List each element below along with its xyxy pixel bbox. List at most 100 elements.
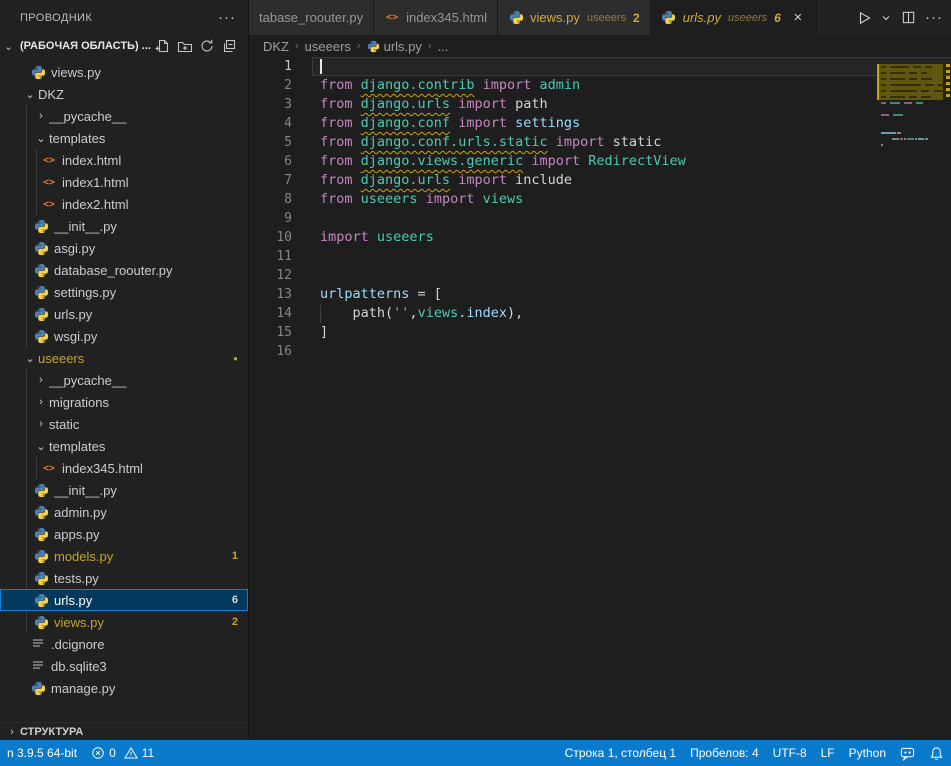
code-line-4[interactable]: 4from django.conf import settings (249, 114, 951, 133)
tree-item-views.py[interactable]: views.py (0, 61, 248, 83)
line-number[interactable]: 15 (249, 323, 292, 342)
tab-index345.html[interactable]: <>index345.html (374, 0, 498, 35)
line-number[interactable]: 12 (249, 266, 292, 285)
tree-item-urls.py[interactable]: urls.py6 (0, 589, 248, 611)
collapse-all-icon[interactable] (218, 36, 240, 56)
tree-item-index1.html[interactable]: <>index1.html (0, 171, 248, 193)
new-file-icon[interactable] (152, 36, 174, 56)
tree-item-wsgi.py[interactable]: wsgi.py (0, 325, 248, 347)
tree-item-admin.py[interactable]: admin.py (0, 501, 248, 523)
tree-item-db.sqlite3[interactable]: db.sqlite3 (0, 655, 248, 677)
tree-item-useeers[interactable]: ⌄useeers● (0, 347, 248, 369)
tree-item-static[interactable]: ›static (0, 413, 248, 435)
line-number[interactable]: 8 (249, 190, 292, 209)
code-line-3[interactable]: 3from django.urls import path (249, 95, 951, 114)
split-editor-button[interactable] (897, 7, 919, 29)
breadcrumb-item-urls.py[interactable]: urls.py (367, 39, 422, 54)
code-line-5[interactable]: 5from django.conf.urls.static import sta… (249, 133, 951, 152)
code-line-10[interactable]: 10import useeers (249, 228, 951, 247)
run-button[interactable] (853, 7, 875, 29)
refresh-icon[interactable] (196, 36, 218, 56)
line-number[interactable]: 13 (249, 285, 292, 304)
tree-item-label: __pycache__ (49, 373, 248, 388)
code-line-15[interactable]: 15] (249, 323, 951, 342)
minimap[interactable] (877, 58, 943, 740)
language-mode-status[interactable]: Python (842, 746, 893, 760)
tree-item-templates[interactable]: ⌄templates (0, 127, 248, 149)
code-editor[interactable]: 12from django.contrib import admin3from … (249, 57, 951, 740)
tree-item-settings.py[interactable]: settings.py (0, 281, 248, 303)
overview-warning-mark (946, 64, 950, 67)
error-icon (91, 746, 105, 760)
line-number[interactable]: 14 (249, 304, 292, 323)
code-line-6[interactable]: 6from django.views.generic import Redire… (249, 152, 951, 171)
code-line-9[interactable]: 9 (249, 209, 951, 228)
new-folder-icon[interactable] (174, 36, 196, 56)
breadcrumb-item-DKZ[interactable]: DKZ (263, 39, 289, 54)
line-number[interactable]: 2 (249, 76, 292, 95)
run-dropdown-chevron-icon[interactable] (879, 7, 893, 29)
workspace-section-header[interactable]: ⌄ (РАБОЧАЯ ОБЛАСТЬ) ... (0, 35, 248, 57)
tree-item--pycache-[interactable]: ›__pycache__ (0, 369, 248, 391)
text-cursor (320, 59, 322, 74)
breadcrumb-item-useeers[interactable]: useeers (305, 39, 351, 54)
feedback-icon[interactable] (893, 746, 922, 761)
tree-item-manage.py[interactable]: manage.py (0, 677, 248, 699)
line-number[interactable]: 16 (249, 342, 292, 361)
code-token: import (531, 153, 580, 169)
line-number[interactable]: 9 (249, 209, 292, 228)
code-line-8[interactable]: 8from useeers import views (249, 190, 951, 209)
tree-item-urls.py[interactable]: urls.py (0, 303, 248, 325)
line-number[interactable]: 3 (249, 95, 292, 114)
line-number[interactable]: 5 (249, 133, 292, 152)
tab-urls.py[interactable]: urls.pyuseeers6× (651, 0, 817, 35)
tree-item-label: __init__.py (54, 483, 248, 498)
line-number[interactable]: 10 (249, 228, 292, 247)
tree-item-migrations[interactable]: ›migrations (0, 391, 248, 413)
bell-icon[interactable] (922, 746, 951, 761)
line-number[interactable]: 6 (249, 152, 292, 171)
code-line-14[interactable]: 14 path('',views.index), (249, 304, 951, 323)
indentation-status[interactable]: Пробелов: 4 (683, 746, 766, 760)
explorer-more-actions-icon[interactable]: ··· (218, 13, 236, 23)
line-number[interactable]: 4 (249, 114, 292, 133)
python-interpreter-status[interactable]: n 3.9.5 64-bit (0, 746, 84, 760)
code-line-7[interactable]: 7from django.urls import include (249, 171, 951, 190)
close-icon[interactable]: × (790, 9, 806, 26)
tree-item-templates[interactable]: ⌄templates (0, 435, 248, 457)
tab-tabase-roouter.py[interactable]: tabase_roouter.py (249, 0, 374, 35)
tree-item-models.py[interactable]: models.py1 (0, 545, 248, 567)
code-line-12[interactable]: 12 (249, 266, 951, 285)
code-line-11[interactable]: 11 (249, 247, 951, 266)
encoding-status[interactable]: UTF-8 (766, 746, 814, 760)
tree-item-tests.py[interactable]: tests.py (0, 567, 248, 589)
code-line-16[interactable]: 16 (249, 342, 951, 361)
problems-status[interactable]: 0 11 (84, 746, 161, 760)
tree-item-.dcignore[interactable]: .dcignore (0, 633, 248, 655)
code-line-2[interactable]: 2from django.contrib import admin (249, 76, 951, 95)
line-number[interactable]: 1 (249, 57, 292, 76)
outline-section-header[interactable]: › СТРУКТУРА (0, 722, 248, 740)
line-number[interactable]: 11 (249, 247, 292, 266)
breadcrumb-item-...[interactable]: ... (438, 39, 449, 54)
tree-item-apps.py[interactable]: apps.py (0, 523, 248, 545)
tree-item-asgi.py[interactable]: asgi.py (0, 237, 248, 259)
line-number[interactable]: 7 (249, 171, 292, 190)
overview-ruler[interactable] (946, 57, 951, 740)
tree-item--pycache-[interactable]: ›__pycache__ (0, 105, 248, 127)
tree-item-index.html[interactable]: <>index.html (0, 149, 248, 171)
tree-item-database-roouter.py[interactable]: database_roouter.py (0, 259, 248, 281)
cursor-position-status[interactable]: Строка 1, столбец 1 (558, 746, 683, 760)
tree-item-views.py[interactable]: views.py2 (0, 611, 248, 633)
tree-item-index2.html[interactable]: <>index2.html (0, 193, 248, 215)
tab-views.py[interactable]: views.pyuseeers2 (498, 0, 651, 35)
tree-item-DKZ[interactable]: ⌄DKZ (0, 83, 248, 105)
tree-item-index345.html[interactable]: <>index345.html (0, 457, 248, 479)
tree-item--init-.py[interactable]: __init__.py (0, 479, 248, 501)
code-line-1[interactable]: 1 (249, 57, 951, 76)
eol-status[interactable]: LF (814, 746, 842, 760)
code-line-13[interactable]: 13urlpatterns = [ (249, 285, 951, 304)
more-actions-icon[interactable]: ··· (923, 7, 945, 29)
python-icon (34, 593, 49, 608)
tree-item--init-.py[interactable]: __init__.py (0, 215, 248, 237)
